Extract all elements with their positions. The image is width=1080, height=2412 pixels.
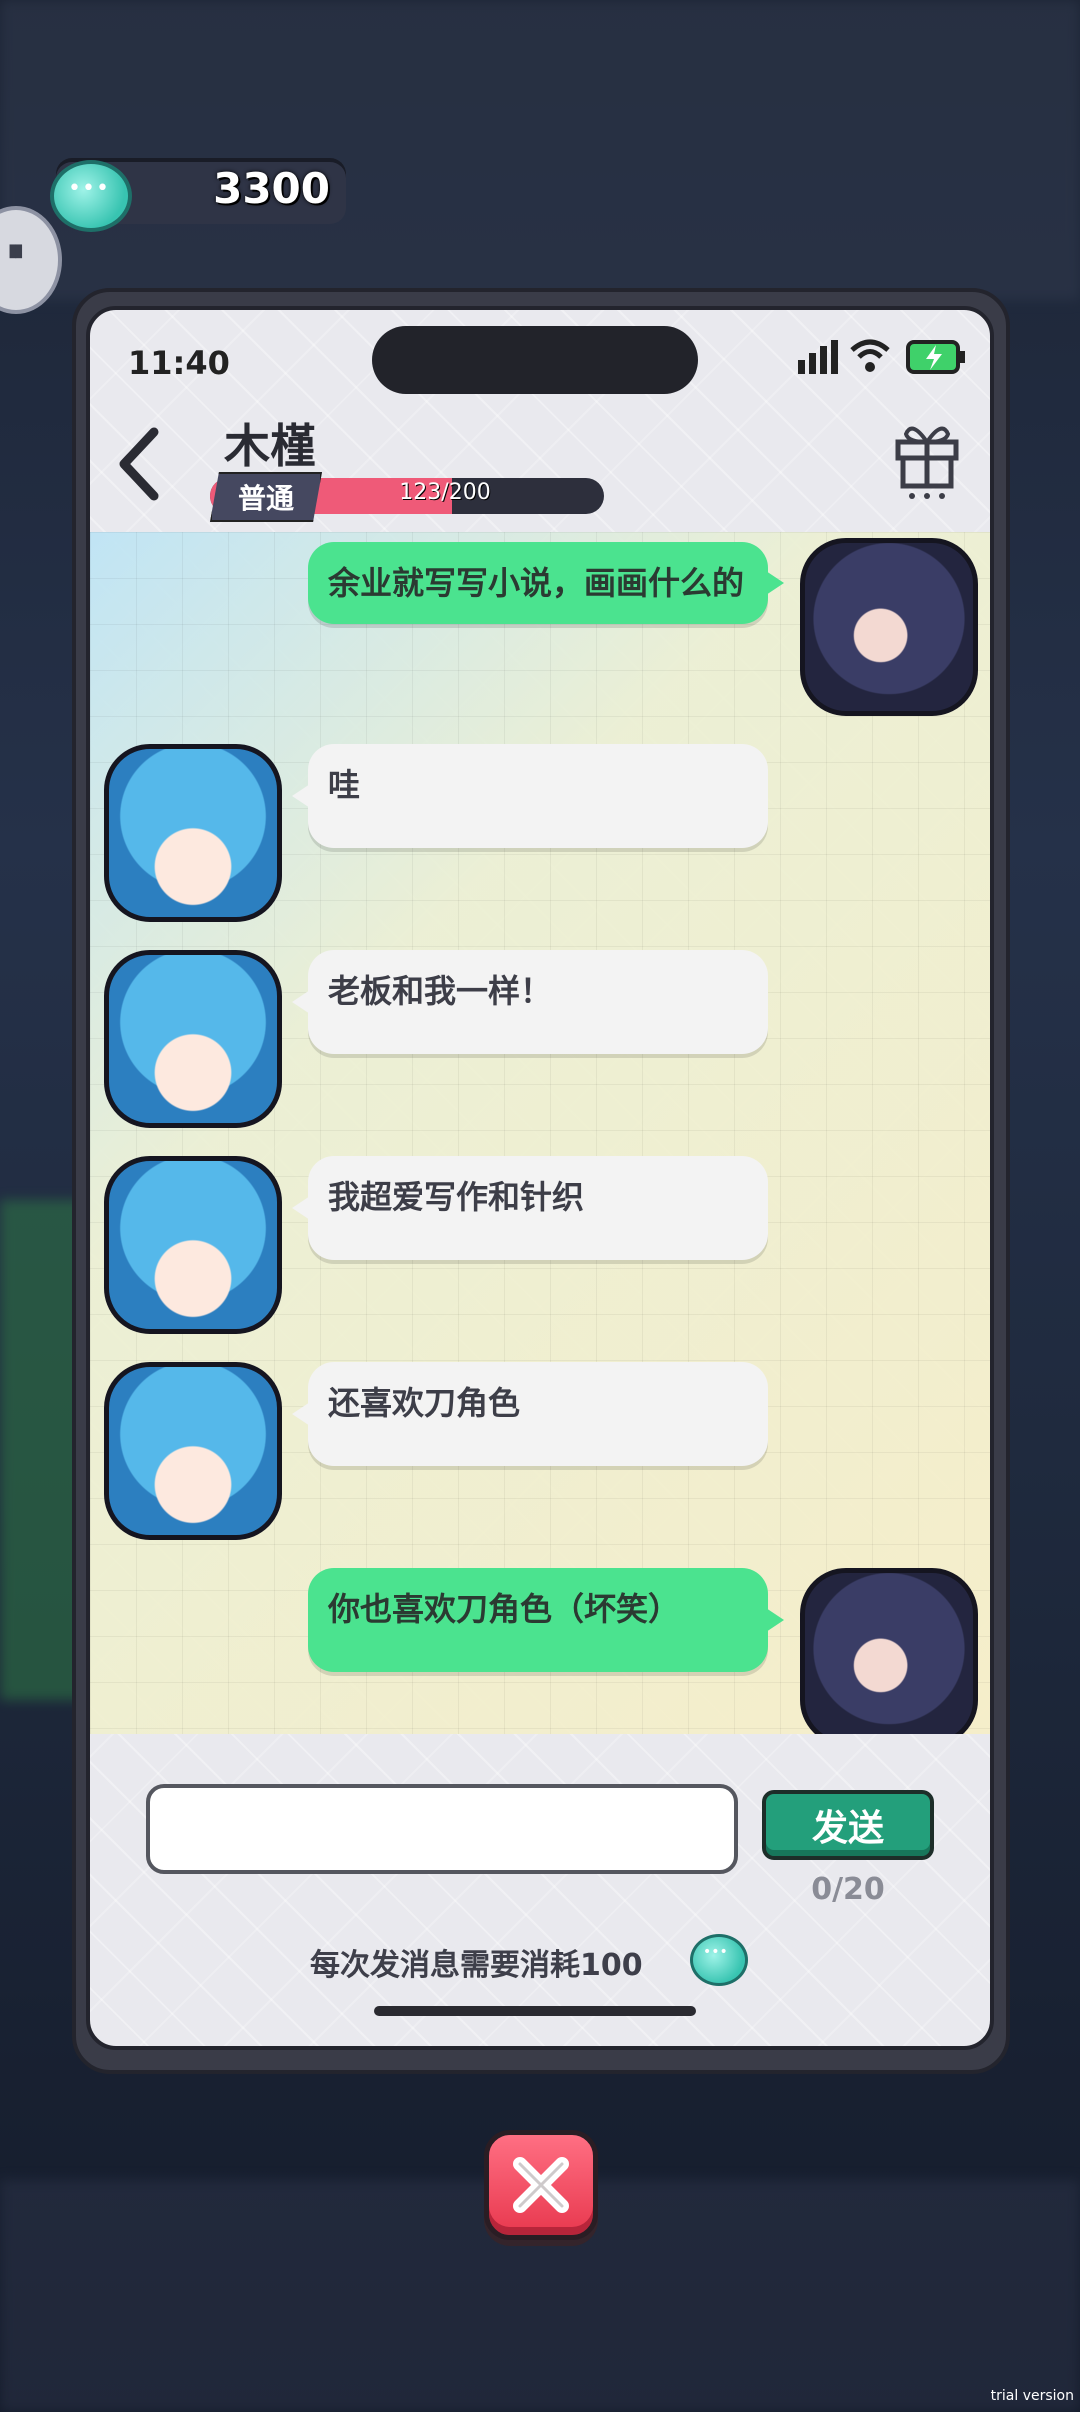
chat-area[interactable]: 余业就写写小说，画画什么的 哇 老板和我一样！ 我超爱写作和针织 还喜欢刀角色 …: [90, 532, 990, 1734]
affinity-tier-badge: 普通: [210, 472, 322, 522]
background-building: [0, 0, 1080, 300]
message-bubble-mine: 你也喜欢刀角色（坏笑）: [308, 1568, 784, 1672]
message-row: 哇: [90, 744, 990, 924]
contact-avatar[interactable]: [104, 1156, 282, 1334]
char-count: 0/20: [811, 1872, 885, 1907]
phone-notch: [372, 326, 698, 394]
chat-coin-icon: [50, 160, 132, 232]
gift-icon[interactable]: [892, 416, 962, 500]
message-text: 哇: [328, 766, 361, 804]
my-avatar: [800, 538, 978, 716]
message-text: 你也喜欢刀角色（坏笑）: [328, 1590, 681, 1628]
signal-icon: [798, 340, 838, 374]
close-icon: [513, 2157, 569, 2213]
message-bubble-theirs: 哇: [292, 744, 768, 848]
message-bubble-mine: 余业就写写小说，画画什么的: [308, 542, 784, 625]
battery-icon: [906, 340, 965, 374]
back-icon[interactable]: [110, 424, 170, 504]
contact-avatar[interactable]: [104, 1362, 282, 1540]
contact-name: 木槿: [224, 419, 316, 473]
message-text: 我超爱写作和针织: [328, 1178, 585, 1216]
message-row: 我超爱写作和针织: [90, 1156, 990, 1336]
message-bubble-theirs: 还喜欢刀角色: [292, 1362, 768, 1466]
wifi-icon: [850, 339, 890, 372]
currency-amount: 3300: [213, 164, 330, 213]
message-text: 老板和我一样！: [328, 972, 553, 1010]
message-cost-note: 每次发消息需要消耗100: [310, 1948, 643, 1983]
my-avatar: [800, 1568, 978, 1734]
message-bubble-theirs: 老板和我一样！: [292, 950, 768, 1054]
message-text: 余业就写写小说，画画什么的: [328, 564, 745, 602]
affinity-value: 123/200: [399, 480, 491, 505]
message-row: 还喜欢刀角色: [90, 1362, 990, 1542]
contact-avatar[interactable]: [104, 950, 282, 1128]
close-button[interactable]: [484, 2130, 598, 2240]
contact-avatar[interactable]: [104, 744, 282, 922]
message-input[interactable]: [146, 1784, 738, 1874]
message-row: 你也喜欢刀角色（坏笑）: [90, 1568, 990, 1734]
message-bubble-theirs: 我超爱写作和针织: [292, 1156, 768, 1260]
home-indicator: [374, 2006, 696, 2016]
trial-watermark: trial version: [990, 2388, 1074, 2404]
send-button[interactable]: 发送: [762, 1790, 934, 1860]
message-text: 还喜欢刀角色: [328, 1384, 521, 1422]
chat-coin-icon: [690, 1934, 748, 1986]
message-row: 老板和我一样！: [90, 950, 990, 1130]
status-time: 11:40: [128, 344, 230, 382]
message-row: 余业就写写小说，画画什么的: [90, 538, 990, 718]
